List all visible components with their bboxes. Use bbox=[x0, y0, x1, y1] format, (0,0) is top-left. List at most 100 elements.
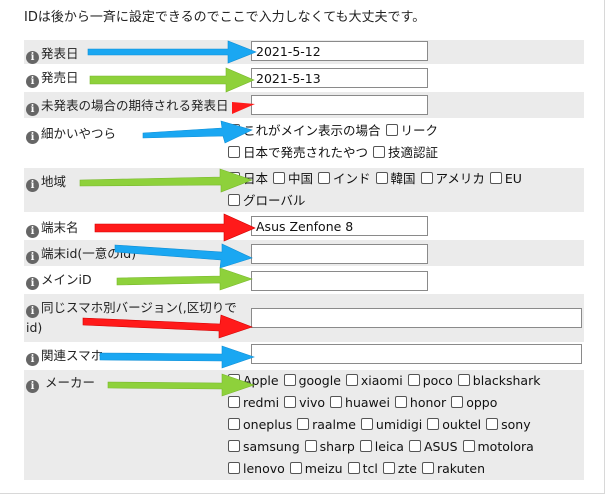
label-related: 関連スマホ bbox=[41, 348, 104, 363]
label-sale-date: 発売日 bbox=[41, 70, 79, 85]
info-icon[interactable]: i bbox=[26, 75, 39, 88]
maker-option[interactable]: meizu bbox=[289, 461, 343, 476]
maker-option[interactable]: sony bbox=[485, 417, 531, 432]
checkbox-icon[interactable] bbox=[457, 374, 470, 386]
maker-option[interactable]: raalme bbox=[296, 417, 356, 432]
info-icon[interactable]: i bbox=[26, 305, 39, 318]
device-id-input[interactable] bbox=[251, 244, 428, 264]
details-option[interactable]: 技適認証 bbox=[372, 145, 438, 160]
details-options: これがメイン表示の場合 リーク 日本で発売されたやつ 技適認証 bbox=[227, 120, 557, 164]
maker-option[interactable]: vivo bbox=[283, 395, 325, 410]
checkbox-icon[interactable] bbox=[228, 418, 240, 430]
info-icon[interactable]: i bbox=[26, 131, 39, 144]
checkbox-icon[interactable] bbox=[330, 396, 343, 408]
checkbox-icon[interactable] bbox=[228, 440, 240, 452]
checkbox-icon[interactable] bbox=[421, 462, 434, 474]
checkbox-icon[interactable] bbox=[373, 146, 385, 158]
maker-option[interactable]: rakuten bbox=[421, 461, 485, 476]
checkbox-icon[interactable] bbox=[318, 172, 330, 184]
region-option[interactable]: 中国 bbox=[272, 171, 313, 186]
checkbox-icon[interactable] bbox=[228, 194, 240, 206]
info-icon[interactable]: i bbox=[26, 51, 39, 64]
maker-option[interactable]: google bbox=[283, 373, 341, 388]
label-details: 細かいやつら bbox=[41, 126, 117, 141]
checkbox-icon[interactable] bbox=[462, 440, 475, 452]
info-icon[interactable]: i bbox=[26, 277, 39, 290]
region-option[interactable]: アメリカ bbox=[420, 171, 485, 186]
checkbox-icon[interactable] bbox=[360, 418, 373, 430]
maker-option[interactable]: oppo bbox=[450, 395, 497, 410]
checkbox-icon[interactable] bbox=[228, 374, 240, 386]
checkbox-icon[interactable] bbox=[408, 440, 421, 452]
region-option[interactable]: 韓国 bbox=[375, 171, 416, 186]
info-icon[interactable]: i bbox=[26, 251, 39, 264]
sale-date-input[interactable] bbox=[251, 68, 428, 88]
label-device-id: 端末id(一意のid) bbox=[41, 246, 137, 261]
checkbox-icon[interactable] bbox=[489, 172, 502, 184]
maker-option[interactable]: ASUS bbox=[408, 439, 458, 454]
maker-option[interactable]: poco bbox=[407, 373, 453, 388]
maker-option[interactable]: oneplus bbox=[227, 417, 292, 432]
release-date-input[interactable] bbox=[251, 41, 428, 61]
expected-date-input[interactable] bbox=[251, 95, 428, 115]
checkbox-icon[interactable] bbox=[228, 462, 240, 474]
maker-option[interactable]: umidigi bbox=[360, 417, 422, 432]
checkbox-icon[interactable] bbox=[228, 146, 240, 158]
maker-option[interactable]: zte bbox=[382, 461, 417, 476]
checkbox-icon[interactable] bbox=[228, 172, 240, 184]
checkbox-icon[interactable] bbox=[297, 418, 310, 430]
checkbox-icon[interactable] bbox=[420, 172, 433, 184]
maker-option[interactable]: xiaomi bbox=[345, 373, 403, 388]
label-device-name: 端末名 bbox=[41, 220, 79, 235]
checkbox-icon[interactable] bbox=[394, 396, 407, 408]
checkbox-icon[interactable] bbox=[228, 124, 240, 136]
maker-option[interactable]: honor bbox=[394, 395, 446, 410]
info-icon[interactable]: i bbox=[26, 380, 39, 393]
region-option[interactable]: グローバル bbox=[227, 193, 305, 208]
maker-option[interactable]: huawei bbox=[329, 395, 390, 410]
maker-option[interactable]: sharp bbox=[304, 439, 355, 454]
maker-option[interactable]: leica bbox=[359, 439, 404, 454]
details-option[interactable]: リーク bbox=[385, 123, 438, 138]
checkbox-icon[interactable] bbox=[289, 462, 302, 474]
label-main-id: メインiD bbox=[41, 272, 92, 287]
info-icon[interactable]: i bbox=[26, 103, 39, 116]
maker-option[interactable]: motolora bbox=[462, 439, 534, 454]
info-icon[interactable]: i bbox=[26, 179, 39, 192]
checkbox-icon[interactable] bbox=[228, 396, 240, 408]
checkbox-icon[interactable] bbox=[347, 462, 360, 474]
details-option[interactable]: これがメイン表示の場合 bbox=[227, 123, 381, 138]
checkbox-icon[interactable] bbox=[375, 172, 388, 184]
maker-option[interactable]: blackshark bbox=[457, 373, 540, 388]
checkbox-icon[interactable] bbox=[407, 374, 420, 386]
details-option[interactable]: 日本で発売されたやつ bbox=[227, 145, 368, 160]
checkbox-icon[interactable] bbox=[385, 124, 398, 136]
maker-option[interactable]: redmi bbox=[227, 395, 279, 410]
device-name-input[interactable] bbox=[251, 216, 428, 236]
related-input[interactable] bbox=[251, 344, 582, 364]
checkbox-icon[interactable] bbox=[451, 396, 464, 408]
checkbox-icon[interactable] bbox=[284, 396, 297, 408]
checkbox-icon[interactable] bbox=[382, 462, 395, 474]
region-option[interactable]: インド bbox=[317, 171, 371, 186]
label-variant-ids: 同じスマホ別バージョン(,区切りでid) bbox=[26, 300, 237, 335]
info-icon[interactable]: i bbox=[26, 353, 39, 366]
region-option[interactable]: 日本 bbox=[227, 171, 268, 186]
maker-option[interactable]: Apple bbox=[227, 373, 279, 388]
region-option[interactable]: EU bbox=[489, 171, 522, 186]
info-icon[interactable]: i bbox=[26, 225, 39, 238]
checkbox-icon[interactable] bbox=[427, 418, 440, 430]
maker-option[interactable]: samsung bbox=[227, 439, 300, 454]
checkbox-icon[interactable] bbox=[359, 440, 372, 452]
checkbox-icon[interactable] bbox=[345, 374, 358, 386]
maker-option[interactable]: tcl bbox=[347, 461, 378, 476]
maker-option[interactable]: lenovo bbox=[227, 461, 285, 476]
checkbox-icon[interactable] bbox=[283, 374, 296, 386]
checkbox-icon[interactable] bbox=[273, 172, 285, 184]
checkbox-icon[interactable] bbox=[304, 440, 317, 452]
maker-option[interactable]: ouktel bbox=[426, 417, 481, 432]
checkbox-icon[interactable] bbox=[486, 418, 499, 430]
variant-ids-input[interactable] bbox=[251, 308, 582, 328]
label-region: 地域 bbox=[41, 174, 67, 189]
main-id-input[interactable] bbox=[251, 271, 428, 291]
